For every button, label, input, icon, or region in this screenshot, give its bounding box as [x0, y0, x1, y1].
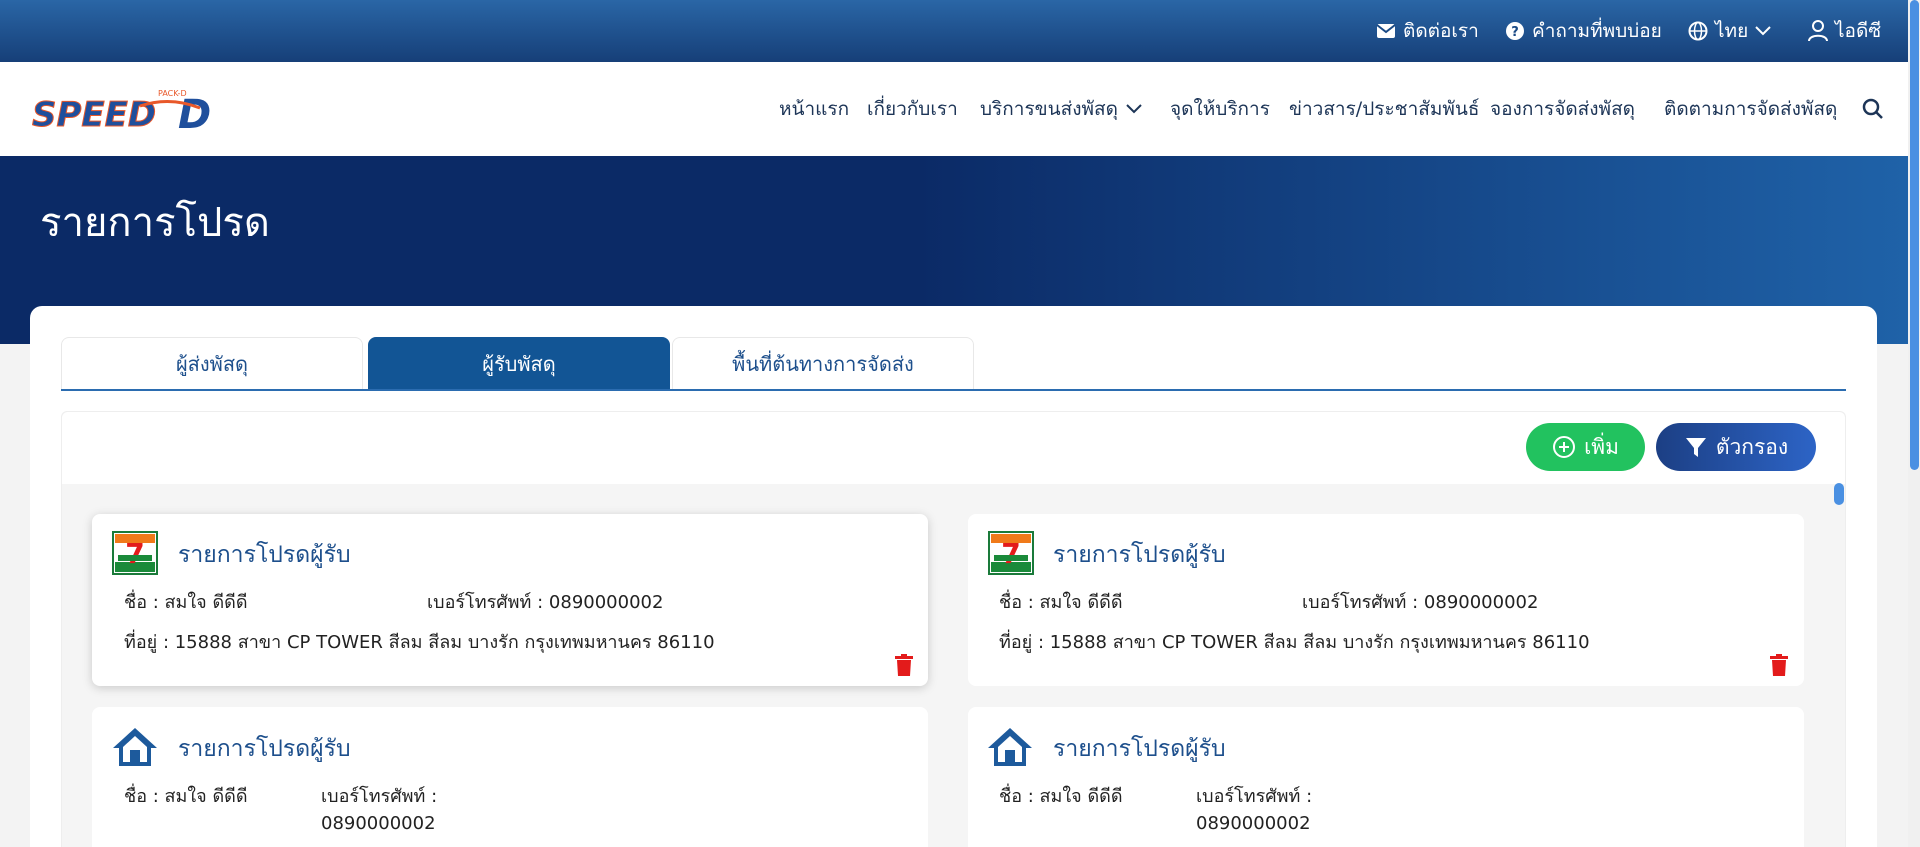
house-icon	[988, 728, 1032, 766]
nav-news-label: ข่าวสาร/ประชาสัมพันธ์	[1289, 98, 1480, 120]
nav-tracking-label: ติดตามการจัดส่งพัสดุ	[1664, 98, 1838, 120]
logo-text: SPEED	[32, 95, 156, 135]
favorite-card[interactable]	[92, 707, 928, 847]
filter-button-label: ตัวกรอง	[1715, 434, 1789, 459]
card-title: รายการโปรดผู้รับ	[1053, 542, 1226, 568]
faq-label: คำถามที่พบบ่อย	[1532, 20, 1662, 42]
nav-home-label: หน้าแรก	[779, 98, 850, 120]
user-account-link[interactable]: ไอดีซี	[1808, 0, 1881, 62]
list-scrollbar[interactable]	[1834, 483, 1844, 505]
svg-text:7: 7	[1001, 537, 1020, 570]
card-name: ชื่อ : สมใจ ดีดีดี	[124, 592, 248, 613]
trash-icon[interactable]	[895, 654, 913, 676]
card-name: ชื่อ : สมใจ ดีดีดี	[999, 592, 1123, 613]
plus-circle-icon	[1553, 436, 1576, 458]
tab-sender-label: ผู้ส่งพัสดุ	[175, 352, 249, 376]
contact-link[interactable]: ติดต่อเรา	[1376, 0, 1479, 62]
envelope-icon	[1376, 24, 1396, 38]
card-phone-value: 0890000002	[1196, 813, 1311, 834]
filter-icon	[1685, 438, 1706, 457]
add-button[interactable]: เพิ่ม	[1526, 423, 1645, 471]
logo-letter: D	[178, 92, 211, 136]
logo-tag: PACK-D	[158, 89, 187, 98]
chevron-down-icon	[1755, 26, 1771, 36]
faq-link[interactable]: ? คำถามที่พบบ่อย	[1505, 0, 1662, 62]
question-circle-icon: ?	[1506, 22, 1524, 40]
card-phone-value: 0890000002	[321, 813, 436, 834]
seven-eleven-icon: 7	[988, 531, 1034, 575]
svg-text:7: 7	[125, 537, 144, 570]
nav-services-label: บริการขนส่งพัสดุ	[980, 98, 1118, 120]
house-icon	[113, 728, 157, 766]
nav-about[interactable]: เกี่ยวกับเรา	[867, 62, 958, 156]
add-button-label: เพิ่ม	[1584, 434, 1619, 459]
contact-label: ติดต่อเรา	[1403, 20, 1479, 42]
user-label: ไอดีซี	[1835, 20, 1882, 42]
filter-button[interactable]: ตัวกรอง	[1656, 423, 1816, 471]
globe-icon	[1688, 21, 1708, 41]
card-name: ชื่อ : สมใจ ดีดีดี	[999, 786, 1123, 807]
card-title: รายการโปรดผู้รับ	[178, 542, 351, 568]
nav-services[interactable]: บริการขนส่งพัสดุ	[980, 62, 1142, 156]
tab-origin-area[interactable]: พื้นที่ต้นทางการจัดส่ง	[672, 337, 974, 390]
seven-eleven-icon: 7	[112, 531, 158, 575]
tab-recipient[interactable]: ผู้รับพัสดุ	[368, 337, 670, 390]
card-name: ชื่อ : สมใจ ดีดีดี	[124, 786, 248, 807]
card-phone-label: เบอร์โทรศัพท์ :	[321, 786, 438, 807]
card-phone-label: เบอร์โทรศัพท์ :	[1196, 786, 1313, 807]
user-icon	[1808, 20, 1828, 42]
nav-booking[interactable]: จองการจัดส่งพัสดุ	[1490, 62, 1635, 156]
nav-service-points-label: จุดให้บริการ	[1170, 98, 1270, 120]
page-title: รายการโปรด	[40, 200, 270, 246]
tab-origin-area-label: พื้นที่ต้นทางการจัดส่ง	[732, 352, 914, 376]
nav-tracking[interactable]: ติดตามการจัดส่งพัสดุ	[1664, 62, 1837, 156]
tab-underline	[61, 389, 1846, 391]
card-title: รายการโปรดผู้รับ	[178, 736, 351, 762]
tab-recipient-label: ผู้รับพัสดุ	[482, 352, 556, 376]
card-title: รายการโปรดผู้รับ	[1053, 736, 1226, 762]
trash-icon[interactable]	[1770, 654, 1788, 676]
language-selector[interactable]: ไทย	[1688, 0, 1771, 62]
card-address: ที่อยู่ : 15888 สาขา CP TOWER สีลม สีลม …	[999, 632, 1590, 653]
tab-sender[interactable]: ผู้ส่งพัสดุ	[61, 337, 363, 390]
card-phone: เบอร์โทรศัพท์ : 0890000002	[1302, 592, 1539, 613]
nav-service-points[interactable]: จุดให้บริการ	[1170, 62, 1270, 156]
nav-news[interactable]: ข่าวสาร/ประชาสัมพันธ์	[1289, 62, 1479, 156]
card-address: ที่อยู่ : 15888 สาขา CP TOWER สีลม สีลม …	[124, 632, 715, 653]
nav-home[interactable]: หน้าแรก	[779, 62, 849, 156]
speed-d-logo[interactable]: SPEED D PACK-D	[30, 86, 230, 136]
language-label: ไทย	[1715, 20, 1749, 42]
svg-text:?: ?	[1511, 25, 1519, 40]
nav-about-label: เกี่ยวกับเรา	[867, 98, 958, 120]
nav-booking-label: จองการจัดส่งพัสดุ	[1490, 98, 1636, 120]
page-scrollbar-thumb[interactable]	[1910, 0, 1919, 470]
card-phone: เบอร์โทรศัพท์ : 0890000002	[427, 592, 664, 613]
favorite-card[interactable]	[968, 707, 1804, 847]
search-icon[interactable]	[1862, 98, 1884, 120]
chevron-down-icon	[1126, 104, 1142, 114]
